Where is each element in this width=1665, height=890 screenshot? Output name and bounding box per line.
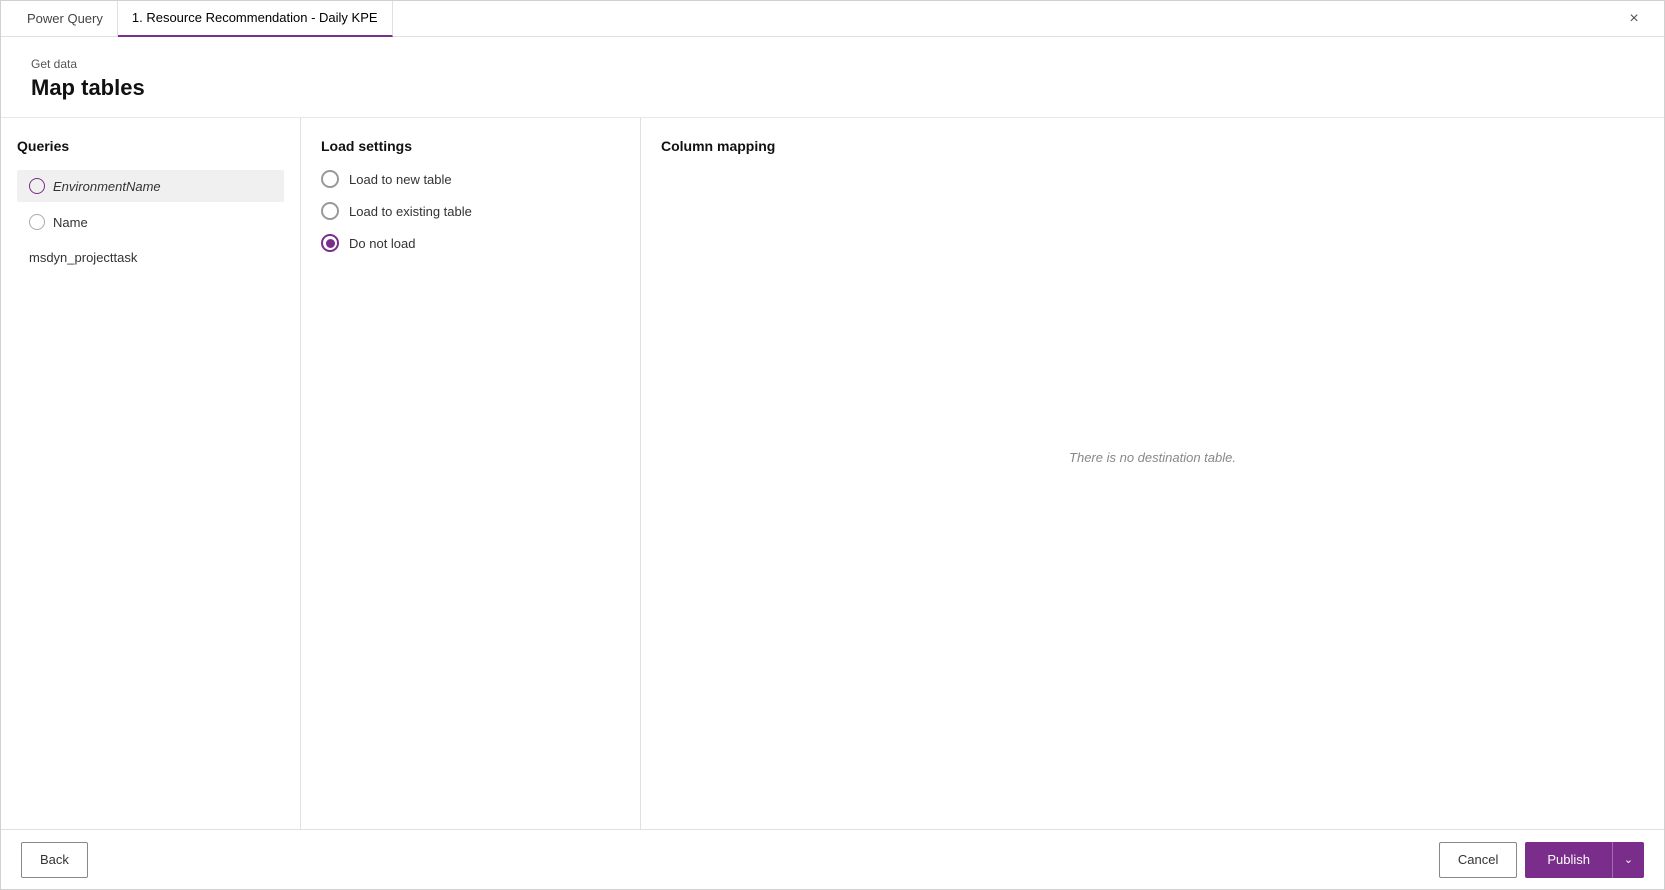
query-label-environment-name: EnvironmentName — [53, 179, 161, 194]
radio-load-new-table[interactable] — [321, 170, 339, 188]
main-body: Queries EnvironmentName Name msdyn_proje… — [1, 117, 1664, 829]
footer: Back Cancel Publish ⌄ — [1, 829, 1664, 889]
queries-panel: Queries EnvironmentName Name msdyn_proje… — [1, 118, 301, 829]
query-label-name: Name — [53, 215, 88, 230]
query-item-environment-name[interactable]: EnvironmentName — [17, 170, 284, 202]
option-load-existing-table[interactable]: Load to existing table — [321, 202, 620, 220]
load-settings-options: Load to new table Load to existing table… — [321, 170, 620, 252]
query-item-msdyn-projecttask[interactable]: msdyn_projecttask — [17, 242, 284, 273]
publish-group: Publish ⌄ — [1525, 842, 1644, 878]
query-item-name[interactable]: Name — [17, 206, 284, 238]
page-header: Get data Map tables — [1, 37, 1664, 117]
tab-power-query[interactable]: Power Query — [13, 1, 118, 37]
tabs-container: Power Query 1. Resource Recommendation -… — [13, 1, 1616, 37]
publish-button[interactable]: Publish — [1525, 842, 1612, 878]
queries-panel-title: Queries — [17, 138, 284, 154]
app-window: Power Query 1. Resource Recommendation -… — [0, 0, 1665, 890]
query-radio-environment-name — [29, 178, 45, 194]
column-mapping-panel: Column mapping There is no destination t… — [641, 118, 1664, 829]
breadcrumb: Get data — [31, 57, 1634, 71]
label-load-new-table: Load to new table — [349, 172, 452, 187]
chevron-down-icon: ⌄ — [1624, 853, 1633, 866]
title-bar: Power Query 1. Resource Recommendation -… — [1, 1, 1664, 37]
close-button[interactable]: × — [1616, 1, 1652, 37]
footer-right: Cancel Publish ⌄ — [1439, 842, 1644, 878]
load-settings-panel: Load settings Load to new table Load to … — [301, 118, 641, 829]
label-load-existing-table: Load to existing table — [349, 204, 472, 219]
label-do-not-load: Do not load — [349, 236, 416, 251]
cancel-button[interactable]: Cancel — [1439, 842, 1517, 878]
option-load-new-table[interactable]: Load to new table — [321, 170, 620, 188]
query-label-msdyn-projecttask: msdyn_projecttask — [29, 250, 137, 265]
back-button[interactable]: Back — [21, 842, 88, 878]
no-destination-message: There is no destination table. — [1069, 450, 1236, 465]
query-radio-name — [29, 214, 45, 230]
page-title: Map tables — [31, 75, 1634, 101]
radio-load-existing-table[interactable] — [321, 202, 339, 220]
option-do-not-load[interactable]: Do not load — [321, 234, 620, 252]
tab-resource-recommendation[interactable]: 1. Resource Recommendation - Daily KPE — [118, 1, 393, 37]
column-mapping-title: Column mapping — [661, 138, 1644, 154]
publish-dropdown-button[interactable]: ⌄ — [1612, 842, 1644, 878]
radio-do-not-load[interactable] — [321, 234, 339, 252]
content-area: Get data Map tables Queries EnvironmentN… — [1, 37, 1664, 829]
load-settings-title: Load settings — [321, 138, 620, 154]
